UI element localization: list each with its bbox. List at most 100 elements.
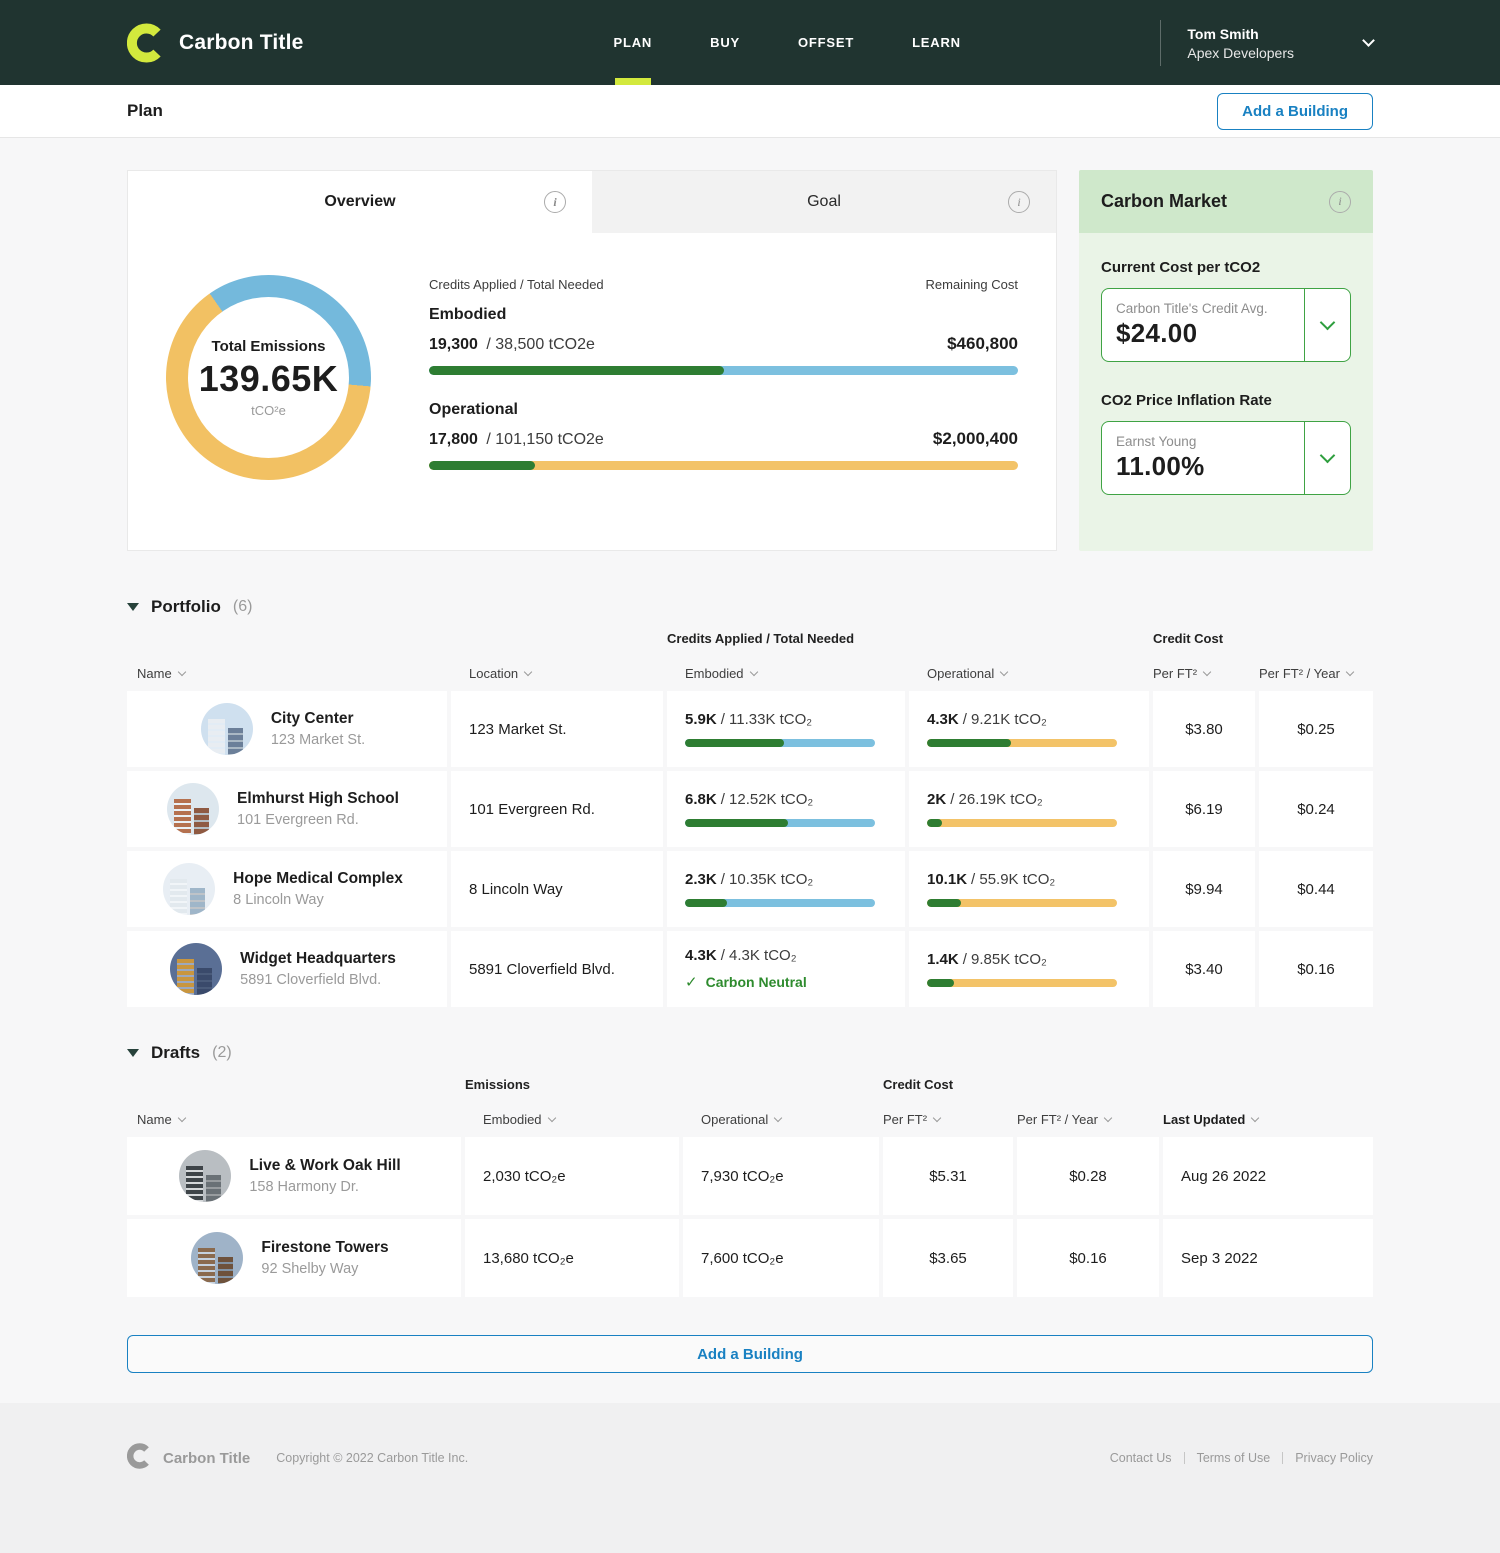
brand-logo[interactable]: Carbon Title [127, 23, 304, 63]
sort-chevron-icon [177, 1113, 185, 1121]
drafts-section-toggle[interactable]: Drafts (2) [127, 1043, 1373, 1063]
portfolio-row[interactable]: Widget Headquarters 5891 Cloverfield Blv… [127, 931, 1373, 1007]
embodied-emissions: 13,680 tCO₂e [483, 1250, 661, 1267]
user-menu[interactable]: Tom Smith Apex Developers [1160, 20, 1373, 66]
user-name: Tom Smith [1187, 24, 1294, 44]
embodied-progress-bar [685, 819, 875, 827]
nav-item-offset[interactable]: OFFSET [798, 0, 854, 85]
inflation-rate-select[interactable]: Earnst Young 11.00% [1101, 421, 1351, 495]
column-header-per-ft2-year[interactable]: Per FT² / Year [1017, 1112, 1159, 1127]
operational-emissions: 7,930 tCO₂e [701, 1168, 861, 1185]
operational-remaining-cost: $2,000,400 [933, 429, 1018, 449]
draft-row[interactable]: Firestone Towers 92 Shelby Way 13,680 tC… [127, 1219, 1373, 1297]
copyright-text: Copyright © 2022 Carbon Title Inc. [276, 1451, 468, 1465]
page-header: Plan Add a Building [0, 85, 1500, 138]
operational-cell: 1.4K/ 9.85K tCO₂ [909, 931, 1149, 1007]
operational-progress-bar [927, 899, 1117, 907]
column-header-per-ft2[interactable]: Per FT² [1153, 666, 1255, 681]
portfolio-section-toggle[interactable]: Portfolio (6) [127, 597, 1373, 617]
add-building-button[interactable]: Add a Building [1217, 93, 1373, 130]
building-name: Firestone Towers [261, 1239, 388, 1257]
column-header-last-updated[interactable]: Last Updated [1163, 1112, 1373, 1127]
building-address: 5891 Cloverfield Blvd. [240, 972, 396, 988]
draft-row[interactable]: Live & Work Oak Hill 158 Harmony Dr. 2,0… [127, 1137, 1373, 1215]
info-icon[interactable]: i [544, 191, 566, 213]
sort-chevron-icon [1251, 1113, 1259, 1121]
add-building-button-bottom[interactable]: Add a Building [127, 1335, 1373, 1373]
location-value: 123 Market St. [469, 721, 645, 738]
location-value: 5891 Cloverfield Blvd. [469, 961, 645, 978]
credit-cost-per-ft2-year: $0.44 [1297, 881, 1335, 898]
sort-chevron-icon [933, 1113, 941, 1121]
column-header-per-ft2[interactable]: Per FT² [883, 1112, 1013, 1127]
credit-cost-per-ft2: $3.40 [1185, 961, 1223, 978]
credit-avg-select[interactable]: Carbon Title's Credit Avg. $24.00 [1101, 288, 1351, 362]
portfolio-row[interactable]: City Center 123 Market St. 123 Market St… [127, 691, 1373, 767]
footer-link-contact-us[interactable]: Contact Us [1110, 1451, 1172, 1465]
embodied-cell: 2.3K/ 10.35K tCO₂ [667, 851, 905, 927]
divider [1184, 1452, 1185, 1464]
column-header-operational[interactable]: Operational [683, 1112, 879, 1127]
top-nav: Carbon Title PLAN BUY OFFSET LEARN Tom S… [0, 0, 1500, 85]
carbon-title-logo-icon [127, 1443, 153, 1473]
building-name: City Center [271, 710, 365, 728]
embodied-remaining-cost: $460,800 [947, 334, 1018, 354]
info-icon[interactable]: i [1008, 191, 1030, 213]
emissions-group-header: Emissions [465, 1077, 879, 1101]
portfolio-row[interactable]: Hope Medical Complex 8 Lincoln Way 8 Lin… [127, 851, 1373, 927]
footer-brand: Carbon Title [127, 1443, 250, 1473]
sort-chevron-icon [547, 1113, 555, 1121]
check-icon: ✓ [685, 973, 698, 991]
footer: Carbon Title Copyright © 2022 Carbon Tit… [0, 1403, 1500, 1553]
credit-cost-per-ft2: $6.19 [1185, 801, 1223, 818]
column-header-embodied[interactable]: Embodied [667, 666, 905, 681]
info-icon[interactable]: i [1329, 191, 1351, 213]
operational-progress-bar [927, 819, 1117, 827]
embodied-cell: 5.9K/ 11.33K tCO₂ [667, 691, 905, 767]
building-thumbnail [170, 943, 222, 995]
operational-summary: Operational 17,800 / 101,150 tCO2e $2,00… [429, 401, 1018, 470]
building-thumbnail [163, 863, 215, 915]
embodied-progress-bar [685, 739, 875, 747]
credit-cost-per-ft2-year: $0.24 [1297, 801, 1335, 818]
portfolio-row[interactable]: Elmhurst High School 101 Evergreen Rd. 1… [127, 771, 1373, 847]
remaining-cost-label: Remaining Cost [926, 277, 1019, 292]
embodied-progress-bar [685, 899, 875, 907]
column-header-name[interactable]: Name [127, 666, 447, 681]
footer-link-terms[interactable]: Terms of Use [1197, 1451, 1271, 1465]
donut-title: Total Emissions [212, 338, 326, 355]
building-address: 123 Market St. [271, 732, 365, 748]
credits-group-header: Credits Applied / Total Needed [667, 631, 1149, 655]
column-header-operational[interactable]: Operational [909, 666, 1149, 681]
nav-item-learn[interactable]: LEARN [912, 0, 961, 85]
tab-overview[interactable]: Overview i [128, 171, 592, 233]
column-header-name[interactable]: Name [127, 1112, 461, 1127]
credit-cost-per-ft2: $9.94 [1185, 881, 1223, 898]
column-header-location[interactable]: Location [451, 666, 663, 681]
nav-item-plan[interactable]: PLAN [614, 0, 653, 85]
credit-cost-per-ft2: $5.31 [929, 1168, 967, 1185]
chevron-down-icon [1304, 289, 1350, 361]
sort-chevron-icon [774, 1113, 782, 1121]
portfolio-count: (6) [233, 598, 253, 616]
embodied-emissions: 2,030 tCO₂e [483, 1168, 661, 1185]
chevron-down-icon [1304, 422, 1350, 494]
column-header-embodied[interactable]: Embodied [465, 1112, 679, 1127]
nav-item-buy[interactable]: BUY [710, 0, 740, 85]
tab-goal[interactable]: Goal i [592, 171, 1056, 233]
donut-unit: tCO²e [251, 403, 286, 418]
sort-chevron-icon [1104, 1113, 1112, 1121]
operational-cell: 4.3K/ 9.21K tCO₂ [909, 691, 1149, 767]
sort-chevron-icon [1203, 667, 1211, 675]
location-value: 8 Lincoln Way [469, 881, 645, 898]
last-updated-date: Aug 26 2022 [1181, 1168, 1355, 1185]
sort-chevron-icon [177, 667, 185, 675]
operational-progress-bar [927, 979, 1117, 987]
carbon-neutral-badge: ✓Carbon Neutral [685, 973, 887, 991]
collapse-triangle-icon [127, 1049, 139, 1057]
inflation-rate-label: CO2 Price Inflation Rate [1101, 392, 1351, 409]
drafts-count: (2) [212, 1044, 232, 1062]
divider [1282, 1452, 1283, 1464]
column-header-per-ft2-year[interactable]: Per FT² / Year [1259, 666, 1373, 681]
footer-link-privacy[interactable]: Privacy Policy [1295, 1451, 1373, 1465]
